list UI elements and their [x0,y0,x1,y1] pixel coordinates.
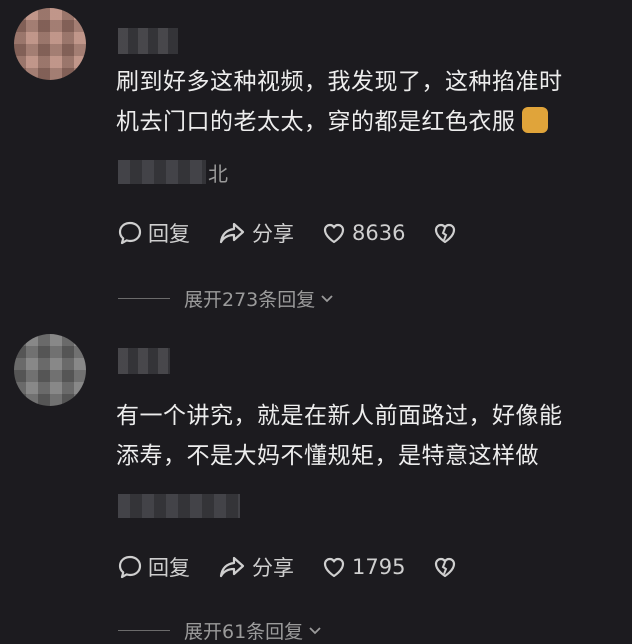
doge-emoji-icon [521,107,548,133]
broken-heart-icon [435,223,456,244]
broken-heart-icon [435,557,456,578]
username[interactable] [118,348,170,374]
like-button[interactable]: 8636 [320,219,405,247]
like-count: 8636 [352,221,406,245]
comment-meta-blurred [118,494,240,518]
comment-text-line: 有一个讲究，就是在新人前面路过，好像能 [116,403,563,429]
expand-replies[interactable]: 展开273条回复 [118,286,335,311]
divider-line [118,297,170,299]
dislike-button[interactable] [431,553,463,581]
comment-text-line: 机去门口的老太太，穿的都是红色衣服 [116,102,616,142]
chevron-down-icon [309,627,321,635]
comment-text: 刷到好多这种视频，我发现了，这种掐准时 机去门口的老太太，穿的都是红色衣服 [116,62,616,142]
reply-button[interactable]: 回复 [116,218,190,248]
comment-text-line: 刷到好多这种视频，我发现了，这种掐准时 [116,69,563,95]
comment-bubble-icon [118,221,142,245]
chevron-down-icon [321,295,333,303]
reply-label: 回复 [148,222,190,246]
comment-meta-blurred [118,160,206,184]
share-button[interactable]: 分享 [216,218,294,248]
comment-text-line: 添寿，不是大妈不懂规矩，是特意这样做 [116,443,539,469]
comment-actions: 回复 分享 8636 [116,218,489,248]
share-label: 分享 [252,222,294,246]
comment-text: 有一个讲究，就是在新人前面路过，好像能 添寿，不是大妈不懂规矩，是特意这样做 [116,396,616,476]
expand-replies[interactable]: 展开61条回复 [118,618,323,643]
reply-label: 回复 [148,556,190,580]
heart-outline-icon [323,557,345,578]
avatar[interactable] [14,334,86,406]
like-button[interactable]: 1795 [320,553,405,581]
divider-line [118,629,170,631]
like-count: 1795 [352,555,406,579]
reply-button[interactable]: 回复 [116,552,190,582]
expand-replies-label: 展开273条回复 [184,288,316,311]
comment-location: 北 [208,162,228,186]
share-label: 分享 [252,556,294,580]
comment-bubble-icon [118,555,142,579]
share-arrow-icon [219,222,245,244]
comment-actions: 回复 分享 1795 [116,552,489,582]
share-button[interactable]: 分享 [216,552,294,582]
username[interactable] [118,28,178,54]
heart-outline-icon [323,223,345,244]
avatar[interactable] [14,8,86,80]
expand-replies-label: 展开61条回复 [184,620,304,643]
share-arrow-icon [219,556,245,578]
dislike-button[interactable] [431,219,463,247]
